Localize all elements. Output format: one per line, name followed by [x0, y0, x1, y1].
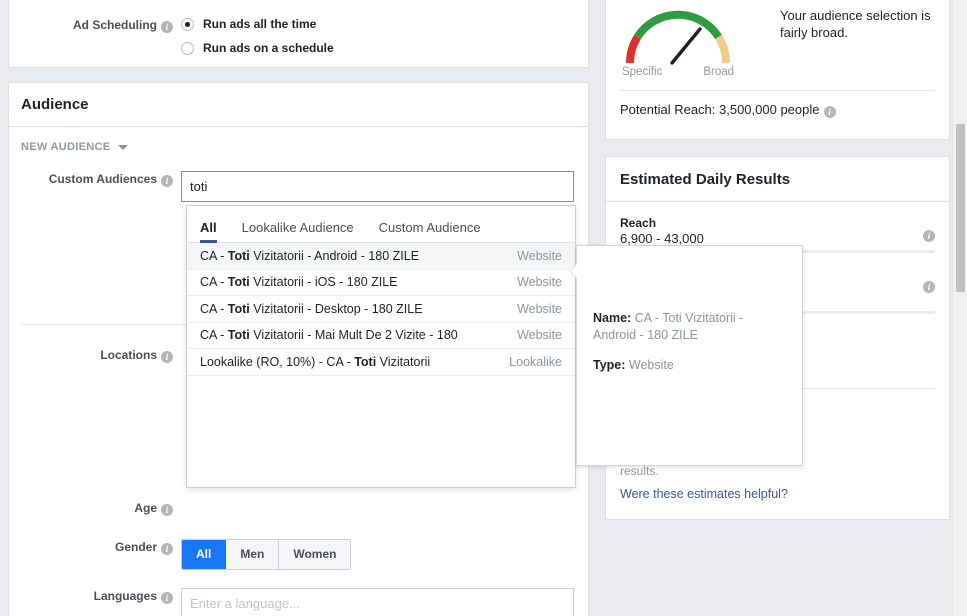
dropdown-result-row[interactable]: CA - Toti Vizitatorii - Android - 180 ZI…: [187, 243, 575, 270]
custom-audiences-label: Custom Audiences i: [9, 171, 181, 187]
dropdown-result-name: CA - Toti Vizitatorii - Android - 180 ZI…: [200, 248, 420, 263]
dropdown-result-type: Website: [517, 301, 562, 316]
languages-label-text: Languages: [93, 589, 157, 603]
audience-message: Your audience selection is fairly broad.: [780, 8, 931, 40]
dropdown-result-name: CA - Toti Vizitatorii - Desktop - 180 ZI…: [200, 301, 423, 316]
tab-all[interactable]: All: [200, 220, 217, 243]
radio-label: Run ads on a schedule: [203, 41, 334, 55]
dropdown-results-list: CA - Toti Vizitatorii - Android - 180 ZI…: [187, 243, 575, 376]
dropdown-result-type: Website: [517, 275, 562, 290]
info-icon[interactable]: i: [161, 592, 173, 604]
dropdown-result-name: CA - Toti Vizitatorii - iOS - 180 ZILE: [200, 275, 398, 290]
locations-label-text: Locations: [100, 348, 157, 362]
radio-indicator[interactable]: [181, 17, 194, 31]
dropdown-result-type: Lookalike: [509, 354, 562, 369]
tooltip-name-line: Name: CA - Toti Vizitatorii - Android - …: [593, 310, 786, 344]
age-label-text: Age: [134, 501, 157, 515]
audience-gauge: Specific Broad: [620, 7, 736, 78]
metric-label: Reach: [620, 216, 657, 230]
tooltip-type-key: Type:: [593, 358, 626, 372]
languages-row: Languages i: [9, 584, 588, 616]
gender-label: Gender i: [9, 539, 181, 555]
custom-audiences-label-text: Custom Audiences: [48, 172, 157, 186]
age-label: Age i: [9, 500, 181, 516]
locations-label: Locations i: [9, 347, 181, 363]
tooltip-name-key: Name:: [593, 311, 632, 325]
results-header: Estimated Daily Results: [606, 157, 949, 202]
radio-label: Run ads all the time: [203, 17, 317, 31]
info-icon[interactable]: i: [161, 21, 173, 33]
dropdown-result-row[interactable]: CA - Toti Vizitatorii - iOS - 180 ZILE We…: [187, 270, 575, 296]
dropdown-result-row[interactable]: CA - Toti Vizitatorii - Mai Mult De 2 Vi…: [187, 323, 575, 349]
page-scrollbar-track[interactable]: [952, 0, 967, 616]
gender-toggle-group: All Men Women: [181, 539, 352, 570]
dropdown-result-row[interactable]: CA - Toti Vizitatorii - Desktop - 180 ZI…: [187, 296, 575, 323]
audience-header: Audience: [9, 83, 588, 127]
ad-scheduling-label: Ad Scheduling i: [9, 17, 181, 33]
languages-control: [181, 588, 588, 616]
gender-control: All Men Women: [181, 539, 588, 570]
info-icon[interactable]: i: [923, 230, 935, 242]
gauge-icon: [625, 10, 731, 65]
info-icon[interactable]: i: [161, 175, 173, 187]
info-icon[interactable]: i: [161, 504, 173, 516]
tooltip-type-value: Website: [628, 358, 674, 372]
info-icon[interactable]: i: [161, 543, 173, 555]
gender-option-all[interactable]: All: [182, 540, 227, 569]
custom-audiences-search-input[interactable]: [181, 171, 574, 202]
estimates-feedback-link[interactable]: Were these estimates helpful?: [606, 479, 949, 501]
tooltip-type-line: Type: Website: [593, 357, 786, 374]
info-icon[interactable]: i: [823, 106, 836, 118]
page-root: Ad Scheduling i Run ads all the time Run …: [0, 0, 967, 616]
gender-option-women[interactable]: Women: [279, 540, 351, 569]
dropdown-result-type: Website: [517, 248, 562, 263]
tab-custom-audience[interactable]: Custom Audience: [379, 220, 481, 242]
potential-reach-text: Potential Reach: 3,500,000 people: [620, 102, 820, 117]
page-title: Audience: [21, 96, 89, 113]
tooltip-body: Name: CA - Toti Vizitatorii - Android - …: [577, 246, 802, 374]
gender-label-text: Gender: [114, 540, 157, 554]
radio-indicator[interactable]: [181, 41, 194, 55]
gauge-label-broad: Broad: [703, 66, 734, 78]
age-row: Age i: [9, 496, 588, 516]
gauge-label-specific: Specific: [622, 66, 663, 78]
languages-input[interactable]: [181, 588, 574, 616]
ad-scheduling-options: Run ads all the time Run ads on a schedu…: [181, 17, 334, 65]
gender-option-men[interactable]: Men: [226, 540, 280, 569]
page-scrollbar-thumb[interactable]: [956, 124, 965, 292]
custom-audiences-control: [181, 171, 588, 202]
dropdown-tabs: All Lookalike Audience Custom Audience: [187, 206, 575, 243]
new-audience-label: NEW AUDIENCE: [21, 141, 111, 153]
custom-audiences-dropdown: All Lookalike Audience Custom Audience C…: [186, 205, 576, 488]
dropdown-result-type: Website: [517, 328, 562, 343]
custom-audiences-row: Custom Audiences i: [9, 167, 588, 202]
dropdown-result-name: Lookalike (RO, 10%) - CA - Toti Vizitato…: [200, 354, 431, 369]
info-icon[interactable]: i: [161, 351, 173, 363]
potential-reach-line: Potential Reach: 3,500,000 people i: [620, 90, 935, 118]
metric-value: 6,900 - 43,000: [620, 231, 704, 246]
audience-detail-tooltip: Name: CA - Toti Vizitatorii - Android - …: [570, 245, 803, 466]
ad-scheduling-label-text: Ad Scheduling: [73, 18, 157, 32]
info-icon[interactable]: i: [923, 281, 935, 293]
chevron-down-icon[interactable]: [118, 144, 129, 150]
audience-definition-card: Specific Broad Your audience selection i…: [605, 0, 950, 140]
results-title: Estimated Daily Results: [620, 170, 791, 188]
gender-row: Gender i All Men Women: [9, 535, 588, 570]
tab-lookalike-audience[interactable]: Lookalike Audience: [242, 220, 354, 242]
gauge-wrap: Specific Broad Your audience selection i…: [606, 0, 949, 78]
tooltip-arrow: [570, 264, 577, 278]
new-audience-selector[interactable]: NEW AUDIENCE: [9, 127, 588, 167]
dropdown-result-name: CA - Toti Vizitatorii - Mai Mult De 2 Vi…: [200, 328, 458, 343]
dropdown-result-row[interactable]: Lookalike (RO, 10%) - CA - Toti Vizitato…: [187, 349, 575, 376]
languages-label: Languages i: [9, 588, 181, 604]
radio-run-all-time[interactable]: Run ads all the time: [181, 17, 334, 31]
ad-scheduling-card: Ad Scheduling i Run ads all the time Run …: [8, 0, 589, 68]
radio-run-on-schedule[interactable]: Run ads on a schedule: [181, 41, 334, 55]
gauge-labels: Specific Broad: [620, 66, 736, 78]
